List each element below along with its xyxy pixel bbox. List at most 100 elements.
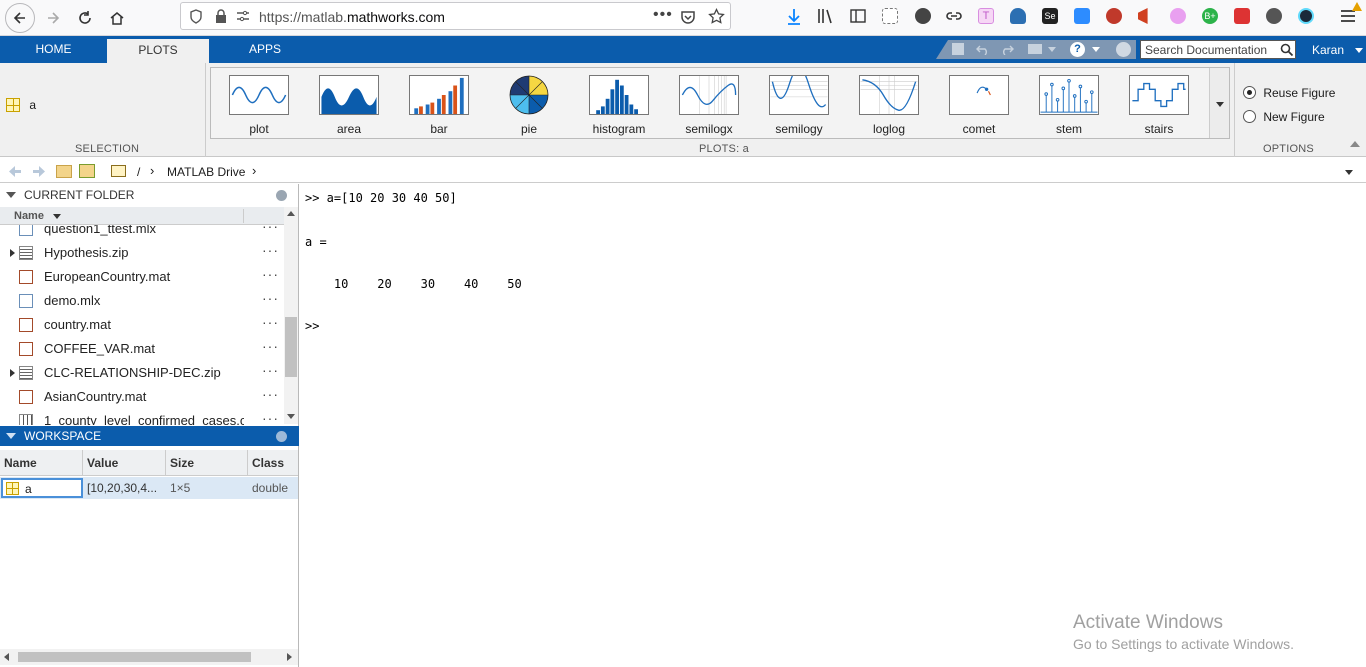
tab-home[interactable]: HOME	[0, 36, 107, 63]
nav-forward-icon[interactable]	[31, 165, 47, 178]
file-row[interactable]: question1_ttest.mlx ···	[0, 225, 280, 241]
ws-column-value[interactable]: Value	[83, 450, 166, 476]
file-actions-icon[interactable]: ···	[262, 382, 279, 406]
up-folder-icon[interactable]	[56, 165, 72, 178]
url-bar[interactable]: https://matlab.mathworks.com •••	[180, 2, 731, 30]
file-row[interactable]: COFFEE_VAR.mat ···	[0, 337, 280, 361]
nav-back-icon[interactable]	[7, 165, 23, 178]
file-row[interactable]: CLC-RELATIONSHIP-DEC.zip ···	[0, 361, 280, 385]
menu-icon[interactable]	[1340, 9, 1356, 23]
forward-button[interactable]	[38, 3, 68, 33]
reuse-figure-option[interactable]: Reuse Figure	[1243, 85, 1335, 100]
undo-icon[interactable]	[976, 43, 990, 55]
gallery-stairs[interactable]: stairs	[1126, 75, 1192, 136]
selenium-extension-icon[interactable]: Se	[1042, 8, 1058, 24]
gallery-area[interactable]: area	[316, 75, 382, 136]
file-row[interactable]: 1_county_level_confirmed_cases.c ···	[0, 409, 280, 425]
gallery-histogram[interactable]: histogram	[586, 75, 652, 136]
folder-scrollbar[interactable]	[284, 207, 298, 424]
file-row[interactable]: demo.mlx ···	[0, 289, 280, 313]
file-actions-icon[interactable]: ···	[262, 286, 279, 310]
name-column-header[interactable]: Name	[14, 210, 44, 222]
filter-icon[interactable]	[1116, 42, 1131, 57]
file-actions-icon[interactable]: ···	[262, 406, 279, 425]
camera-extension-icon[interactable]	[1234, 8, 1250, 24]
expand-triangle-icon[interactable]	[10, 369, 15, 377]
ws-column-size[interactable]: Size	[166, 450, 248, 476]
gallery-bar[interactable]: bar	[406, 75, 472, 136]
workspace-options-icon[interactable]	[276, 431, 287, 442]
collapse-ribbon-icon[interactable]	[1350, 141, 1360, 147]
chevron-down-icon[interactable]	[1048, 47, 1056, 52]
file-actions-icon[interactable]: ···	[262, 334, 279, 358]
gallery-expand-button[interactable]	[1209, 68, 1229, 138]
reuse-figure-radio[interactable]	[1243, 86, 1256, 100]
zoom-extension-icon[interactable]	[1074, 8, 1090, 24]
user-menu[interactable]: Karan	[1312, 43, 1364, 57]
scroll-up-icon[interactable]	[287, 211, 295, 216]
gallery-semilogy[interactable]: semilogy	[766, 67, 832, 136]
grid-extension-icon[interactable]	[882, 8, 898, 24]
file-actions-icon[interactable]: ···	[262, 238, 279, 262]
search-documentation-field[interactable]: Search Documentation	[1140, 40, 1296, 59]
hscroll-left-icon[interactable]	[4, 653, 9, 661]
hscroll-thumb[interactable]	[18, 652, 251, 662]
layout-icon[interactable]	[1028, 44, 1042, 54]
new-figure-radio[interactable]	[1243, 110, 1256, 124]
file-actions-icon[interactable]: ···	[262, 358, 279, 382]
file-row[interactable]: Hypothesis.zip ···	[0, 241, 280, 265]
expand-triangle-icon[interactable]	[10, 249, 15, 257]
workspace-hscrollbar[interactable]	[0, 649, 298, 665]
library-icon[interactable]	[817, 8, 835, 24]
help-icon[interactable]: ?	[1070, 42, 1085, 57]
hscroll-right-icon[interactable]	[287, 653, 292, 661]
gallery-semilogx[interactable]: semilogx	[676, 75, 742, 136]
selected-variable[interactable]: a	[6, 97, 36, 112]
star-icon[interactable]	[708, 8, 725, 25]
b-plus-extension-icon[interactable]: B+	[1202, 8, 1218, 24]
command-window[interactable]: >> a=[10 20 30 40 50] a = 10 20 30 40 50…	[300, 184, 1366, 667]
new-figure-option[interactable]: New Figure	[1243, 109, 1325, 124]
sidebar-icon[interactable]	[850, 8, 866, 24]
reload-button[interactable]	[70, 3, 100, 33]
workspace-header[interactable]: WORKSPACE	[0, 426, 299, 446]
ws-column-class[interactable]: Class	[248, 450, 298, 476]
cloud-extension-icon[interactable]	[1010, 8, 1026, 24]
react-extension-icon[interactable]	[1298, 8, 1314, 24]
scroll-down-icon[interactable]	[287, 414, 295, 419]
table-row[interactable]: a [10,20,30,4... 1×5 double	[0, 477, 298, 499]
current-folder-header[interactable]: CURRENT FOLDER	[0, 185, 299, 205]
file-row[interactable]: EuropeanCountry.mat ···	[0, 265, 280, 289]
redo-icon[interactable]	[1000, 43, 1014, 55]
ws-column-name[interactable]: Name	[0, 450, 83, 476]
settings-extension-icon[interactable]	[1106, 8, 1122, 24]
account-icon[interactable]	[915, 8, 931, 24]
gallery-plot[interactable]: plot	[226, 75, 292, 136]
file-actions-icon[interactable]: ···	[262, 262, 279, 286]
text-extension-icon[interactable]: T	[978, 8, 994, 24]
panel-options-icon[interactable]	[276, 190, 287, 201]
play-extension-icon[interactable]	[1170, 8, 1186, 24]
file-row[interactable]: country.mat ···	[0, 313, 280, 337]
command-prompt[interactable]: >>	[305, 319, 319, 333]
megaphone-extension-icon[interactable]	[1138, 8, 1148, 24]
home-button[interactable]	[102, 3, 132, 33]
link-icon[interactable]	[946, 9, 962, 23]
gallery-stem[interactable]: stem	[1036, 75, 1102, 136]
gallery-pie[interactable]: pie	[496, 75, 562, 136]
ws-name-cell[interactable]: a	[1, 478, 83, 498]
path-matlab-drive[interactable]: MATLAB Drive	[167, 165, 245, 179]
gallery-loglog[interactable]: loglog	[856, 75, 922, 136]
tab-apps[interactable]: APPS	[209, 36, 321, 63]
address-dropdown-icon[interactable]	[1345, 170, 1353, 175]
gallery-comet[interactable]: comet	[946, 75, 1012, 136]
browse-folder-icon[interactable]	[79, 164, 95, 178]
file-actions-icon[interactable]: ···	[262, 310, 279, 334]
path-root[interactable]: /	[137, 165, 140, 179]
download-icon[interactable]	[786, 8, 802, 26]
file-actions-icon[interactable]: ···	[262, 225, 279, 238]
help-dropdown-icon[interactable]	[1092, 47, 1100, 52]
file-row[interactable]: AsianCountry.mat ···	[0, 385, 280, 409]
save-icon[interactable]	[952, 43, 964, 55]
tab-plots[interactable]: PLOTS	[107, 39, 209, 63]
